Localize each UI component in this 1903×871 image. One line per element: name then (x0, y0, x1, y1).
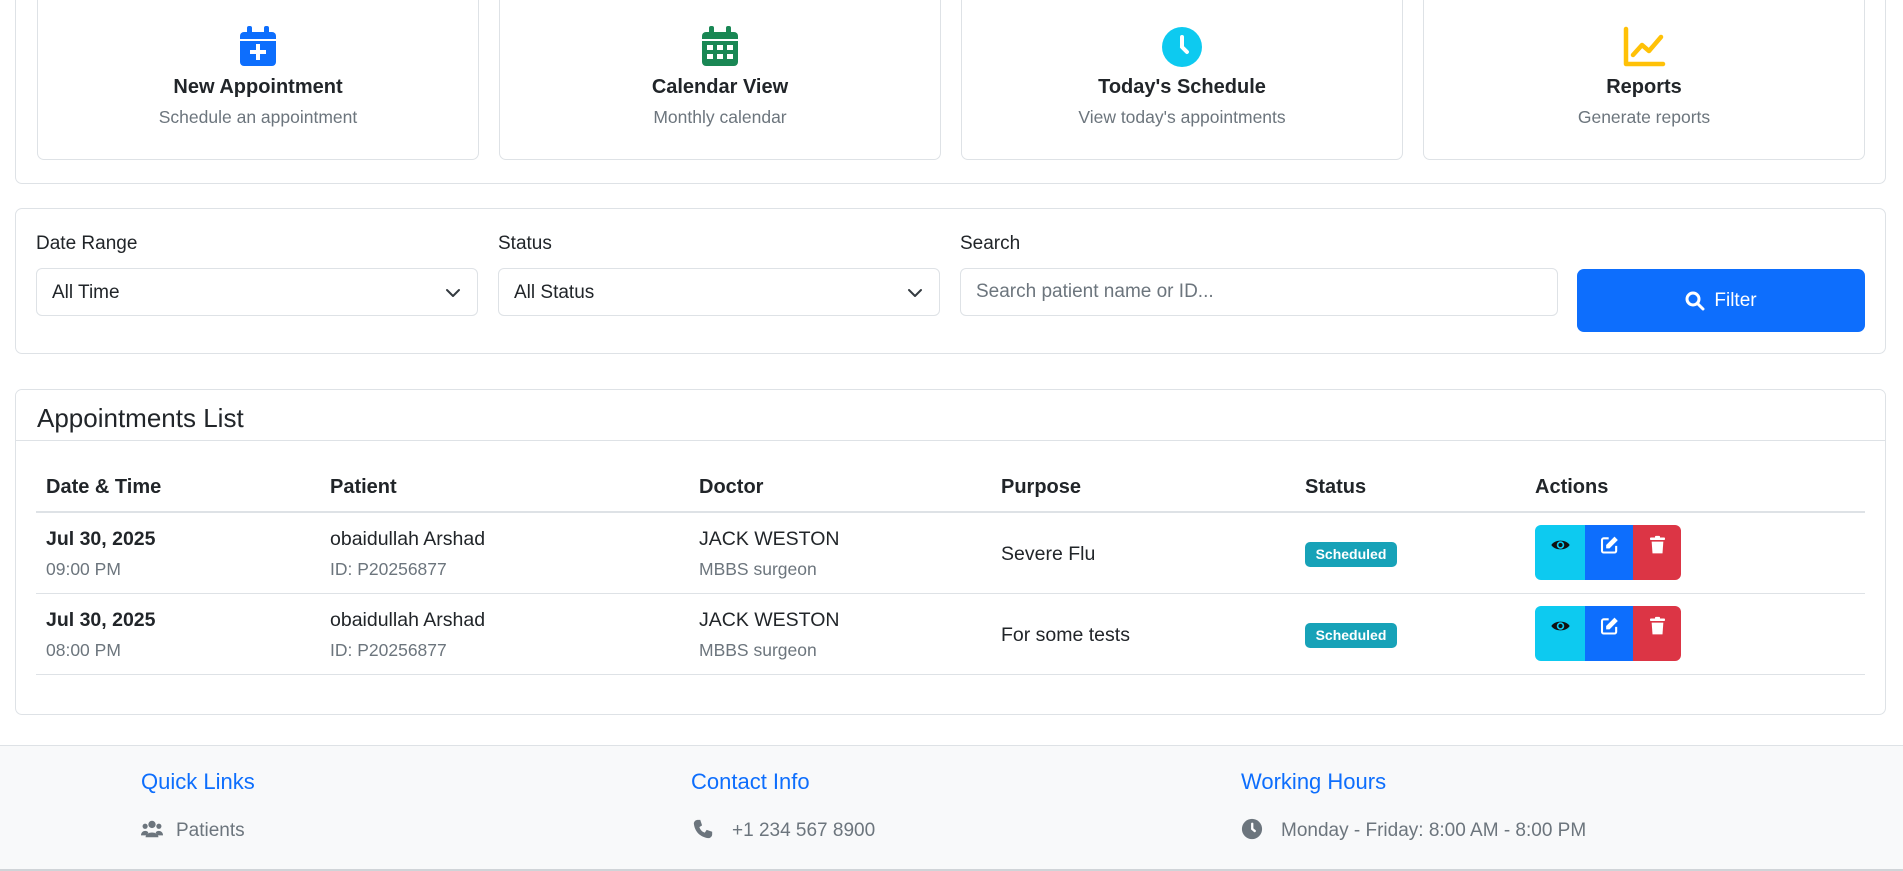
column-header-status: Status (1305, 476, 1367, 498)
calendar-grid-icon (702, 26, 738, 66)
search-label: Search (960, 233, 1021, 254)
tile-title: Calendar View (651, 76, 789, 98)
chevron-down-icon (908, 289, 922, 297)
clock-icon (1162, 27, 1202, 67)
quick-actions-card: New Appointment Schedule an appointment … (15, 0, 1886, 184)
search-input[interactable] (960, 268, 1558, 316)
working-hours-text: Monday - Friday: 8:00 AM - 8:00 PM (1281, 820, 1587, 841)
row-doctor-name: JACK WESTON (699, 528, 840, 550)
column-header-doctor: Doctor (699, 476, 764, 498)
eye-icon (1550, 540, 1570, 550)
row-divider (36, 593, 1865, 594)
row-patient-name: obaidullah Arshad (330, 528, 486, 550)
column-header-actions: Actions (1535, 476, 1609, 498)
row-doctor-specialty: MBBS surgeon (699, 640, 817, 660)
status-badge: Scheduled (1305, 623, 1397, 648)
reports-tile[interactable]: Reports Generate reports (1423, 0, 1865, 160)
search-icon (1685, 291, 1705, 310)
row-doctor-specialty: MBBS surgeon (699, 559, 817, 579)
status-badge: Scheduled (1305, 542, 1397, 567)
tile-subtitle: Schedule an appointment (158, 107, 358, 127)
row-actions (1535, 525, 1681, 580)
tile-subtitle: Generate reports (1577, 107, 1711, 127)
row-purpose: Severe Flu (1001, 543, 1096, 565)
date-range-value: All Time (52, 282, 120, 303)
phone-icon (693, 819, 713, 839)
row-doctor-name: JACK WESTON (699, 609, 840, 631)
contact-info-heading: Contact Info (691, 769, 810, 794)
trash-icon (1649, 535, 1665, 554)
clock-icon (1241, 818, 1263, 840)
edit-icon (1600, 536, 1618, 554)
eye-icon (1550, 621, 1570, 631)
row-actions (1535, 606, 1681, 661)
users-icon (141, 820, 163, 838)
status-select[interactable]: All Status (498, 268, 940, 316)
new-appointment-tile[interactable]: New Appointment Schedule an appointment (37, 0, 479, 160)
filter-button-label: Filter (1714, 289, 1757, 311)
appointments-title: Appointments List (37, 403, 244, 433)
table-header-divider (36, 511, 1865, 513)
column-header-purpose: Purpose (1001, 476, 1082, 498)
view-button[interactable] (1535, 606, 1585, 661)
delete-button[interactable] (1633, 525, 1681, 580)
date-range-label: Date Range (36, 233, 138, 254)
date-range-select[interactable]: All Time (36, 268, 478, 316)
tile-title: Today's Schedule (1098, 76, 1266, 98)
chart-line-icon (1623, 26, 1666, 67)
calendar-plus-icon (240, 26, 276, 66)
row-date: Jul 30, 2025 (46, 609, 156, 631)
footer (0, 745, 1903, 871)
tile-title: Reports (1606, 76, 1682, 98)
todays-schedule-tile[interactable]: Today's Schedule View today's appointmen… (961, 0, 1403, 160)
column-header-patient: Patient (330, 476, 397, 498)
edit-button[interactable] (1585, 606, 1633, 661)
tile-subtitle: Monthly calendar (653, 107, 787, 127)
row-patient-id: ID: P20256877 (330, 640, 447, 660)
row-date: Jul 30, 2025 (46, 528, 156, 550)
row-time: 08:00 PM (46, 640, 121, 660)
row-divider (36, 674, 1865, 675)
quick-links-heading: Quick Links (141, 769, 255, 794)
column-header-date: Date & Time (46, 476, 162, 498)
footer-link-patients[interactable]: Patients (176, 820, 245, 842)
edit-button[interactable] (1585, 525, 1633, 580)
status-label: Status (498, 233, 552, 254)
contact-phone: +1 234 567 8900 (732, 820, 876, 841)
status-value: All Status (514, 282, 595, 303)
appointments-header: Appointments List (16, 390, 1885, 441)
trash-icon (1649, 616, 1665, 635)
tile-title: New Appointment (173, 76, 343, 98)
row-purpose: For some tests (1001, 624, 1130, 646)
working-hours-heading: Working Hours (1241, 769, 1387, 794)
row-patient-name: obaidullah Arshad (330, 609, 486, 631)
row-patient-id: ID: P20256877 (330, 559, 447, 579)
chevron-down-icon (446, 289, 460, 297)
row-time: 09:00 PM (46, 559, 121, 579)
calendar-view-tile[interactable]: Calendar View Monthly calendar (499, 0, 941, 160)
delete-button[interactable] (1633, 606, 1681, 661)
filter-button[interactable]: Filter (1577, 269, 1865, 332)
edit-icon (1600, 617, 1618, 635)
tile-subtitle: View today's appointments (1078, 107, 1286, 127)
view-button[interactable] (1535, 525, 1585, 580)
